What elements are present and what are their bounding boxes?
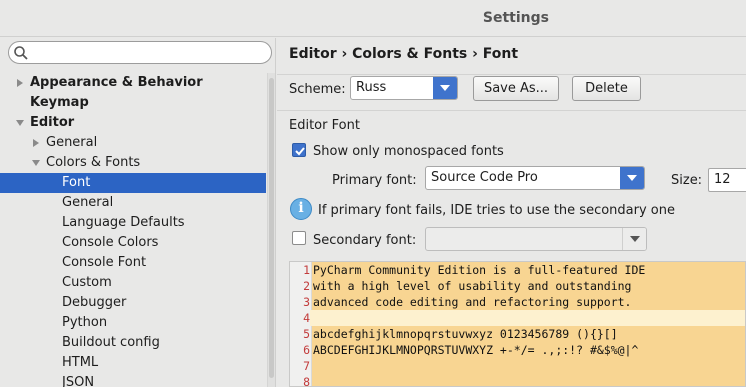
line-number: 5 (290, 326, 310, 342)
chevron-down-icon (627, 175, 637, 181)
sidebar-item[interactable]: Font (0, 173, 266, 193)
editor-font-section-label: Editor Font (289, 118, 360, 133)
settings-panel: Editor › Colors & Fonts › Font Scheme: R… (277, 38, 746, 387)
preview-line: 5 abcdefghijklmnopqrstuvwxyz 0123456789 (… (290, 326, 745, 342)
line-number: 8 (290, 374, 310, 386)
sidebar-item-label: Font (62, 175, 91, 190)
sidebar-item-label: Editor (30, 115, 75, 130)
preview-line-text: with a high level of usability and outst… (313, 279, 632, 293)
scheme-label: Scheme: (289, 82, 346, 97)
info-icon: i (290, 198, 312, 220)
preview-line-text: ABCDEFGHIJKLMNOPQRSTUVWXYZ +-*/= .,;:!? … (313, 343, 639, 357)
sidebar-item-label: Python (62, 315, 108, 330)
sidebar-item[interactable]: Console Colors (0, 233, 266, 253)
preview-line: 4 (290, 310, 745, 326)
sidebar-item-label: Console Colors (62, 235, 159, 250)
preview-line: 2 with a high level of usability and outs… (290, 278, 745, 294)
info-text: If primary font fails, IDE tries to use … (318, 203, 675, 218)
show-monospaced-label[interactable]: Show only monospaced fonts (313, 144, 504, 159)
secondary-font-select[interactable] (425, 227, 647, 251)
header-divider (277, 74, 746, 75)
chevron-down-icon (440, 85, 450, 91)
sidebar-item-label: Custom (62, 275, 112, 290)
preview-line-text: advanced code editing and refactoring su… (313, 295, 632, 309)
breadcrumb: Editor › Colors & Fonts › Font (289, 46, 519, 62)
sidebar-item[interactable]: HTML (0, 353, 266, 373)
save-as-button[interactable]: Save As... (473, 76, 559, 101)
sidebar-item[interactable]: General (0, 193, 266, 213)
line-number: 2 (290, 278, 310, 294)
preview-line: 6 ABCDEFGHIJKLMNOPQRSTUVWXYZ +-*/= .,;:!?… (290, 342, 745, 358)
scheme-value: Russ (356, 80, 387, 95)
title-bar: Settings (0, 0, 746, 37)
line-number: 6 (290, 342, 310, 358)
chevron-down-icon (630, 236, 640, 242)
line-number: 4 (290, 310, 310, 326)
sidebar-item[interactable]: Keymap (0, 93, 266, 113)
sidebar-item[interactable]: Custom (0, 273, 266, 293)
primary-font-dropdown-button[interactable] (620, 167, 644, 189)
sidebar-item[interactable]: Python (0, 313, 266, 333)
search-icon (14, 46, 28, 60)
sidebar-item[interactable]: Appearance & Behavior (0, 73, 266, 93)
line-number: 7 (290, 358, 310, 374)
sidebar-item-label: General (62, 195, 114, 210)
show-monospaced-checkbox[interactable] (292, 143, 306, 157)
preview-line: 8 (290, 374, 745, 386)
sidebar-item-label: Buildout config (62, 335, 160, 350)
sidebar-item[interactable]: Buildout config (0, 333, 266, 353)
primary-font-label: Primary font: (332, 173, 417, 188)
sidebar-item-label: General (46, 135, 98, 150)
sidebar-item[interactable]: Console Font (0, 253, 266, 273)
secondary-font-dropdown-button[interactable] (622, 228, 646, 250)
preview-line: 7 (290, 358, 745, 374)
chevron-down-icon[interactable] (30, 153, 42, 173)
section-divider (277, 110, 746, 111)
sidebar-item-label: JSON (62, 375, 95, 387)
sidebar-item-label: Debugger (62, 295, 127, 310)
sidebar-item[interactable]: General (0, 133, 266, 153)
scheme-dropdown-button[interactable] (433, 77, 457, 99)
size-label: Size: (671, 173, 703, 188)
line-number: 3 (290, 294, 310, 310)
size-value: 12 (714, 172, 731, 187)
secondary-font-label[interactable]: Secondary font: (313, 233, 416, 248)
sidebar-item[interactable]: Editor (0, 113, 266, 133)
secondary-font-checkbox[interactable] (292, 231, 306, 245)
line-number: 1 (290, 262, 310, 278)
preview-line-text: PyCharm Community Edition is a full-feat… (313, 263, 646, 277)
primary-font-value: Source Code Pro (431, 170, 538, 185)
search-input[interactable] (8, 41, 272, 64)
sidebar-item[interactable]: Language Defaults (0, 213, 266, 233)
sidebar-item[interactable]: Debugger (0, 293, 266, 313)
sidebar-item-label: HTML (62, 355, 99, 370)
chevron-down-icon[interactable] (14, 113, 26, 133)
preview-line-text: abcdefghijklmnopqrstuvwxyz 0123456789 ()… (313, 327, 618, 341)
chevron-right-icon[interactable] (30, 133, 42, 153)
sidebar-item-label: Console Font (62, 255, 147, 270)
window-title: Settings (482, 10, 549, 26)
sidebar-item-label: Language Defaults (62, 215, 185, 230)
checkmark-icon (295, 147, 305, 156)
settings-tree: Appearance & Behavior Keymap Editor General… (0, 73, 266, 387)
settings-sidebar: Appearance & Behavior Keymap Editor General… (0, 38, 276, 387)
scheme-select[interactable]: Russ (350, 76, 458, 100)
font-preview-editor[interactable]: 1 PyCharm Community Edition is a full-fea… (289, 261, 746, 387)
preview-line: 1 PyCharm Community Edition is a full-fea… (290, 262, 745, 278)
primary-font-select[interactable]: Source Code Pro (425, 166, 645, 190)
sidebar-item[interactable]: JSON (0, 373, 266, 387)
size-input[interactable]: 12 (708, 168, 746, 192)
sidebar-item-label: Keymap (30, 95, 89, 110)
chevron-right-icon[interactable] (14, 73, 26, 93)
sidebar-scrollbar-thumb[interactable] (269, 78, 274, 378)
preview-line: 3 advanced code editing and refactoring s… (290, 294, 745, 310)
sidebar-item-label: Appearance & Behavior (30, 75, 203, 90)
delete-button[interactable]: Delete (572, 76, 641, 101)
sidebar-item[interactable]: Colors & Fonts (0, 153, 266, 173)
sidebar-item-label: Colors & Fonts (46, 155, 141, 170)
